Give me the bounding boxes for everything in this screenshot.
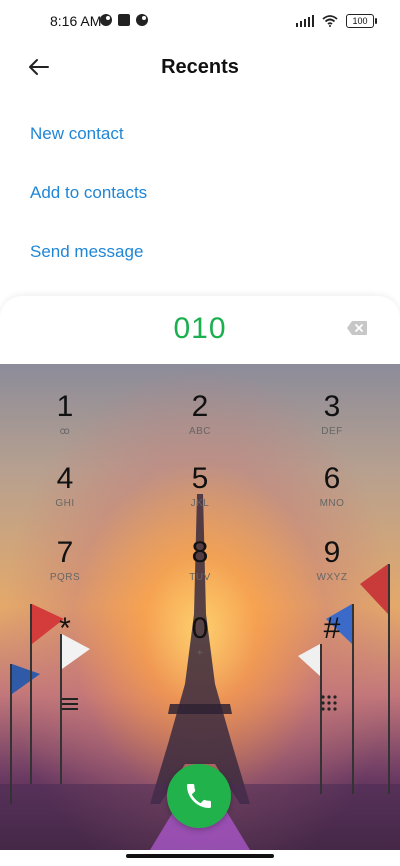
- call-button[interactable]: [167, 764, 231, 828]
- key-hash[interactable]: #: [272, 612, 392, 648]
- keypad: 1ꝏ 2 ABC 3 DEF 4 GHI 5 JKL 6 MNO 7 PQRS 8 TUV 9…: [0, 364, 400, 850]
- battery-icon: 100: [346, 14, 377, 28]
- key-1[interactable]: 1ꝏ: [5, 390, 125, 437]
- app-header: Recents: [0, 48, 400, 88]
- phone-icon: [187, 784, 211, 808]
- home-indicator[interactable]: [126, 854, 274, 858]
- key-4[interactable]: 4 GHI: [5, 462, 125, 509]
- key-6[interactable]: 6 MNO: [272, 462, 392, 509]
- notification-square-icon: [118, 14, 130, 26]
- dialed-number: 010: [173, 312, 227, 345]
- menu-icon[interactable]: [60, 696, 80, 712]
- system-nav-bar: [0, 850, 400, 866]
- send-message-link[interactable]: Send message: [30, 242, 143, 262]
- notification-icon-2: [136, 14, 148, 26]
- key-9[interactable]: 9 WXYZ: [272, 536, 392, 583]
- key-8[interactable]: 8 TUV: [140, 536, 260, 583]
- status-bar: 8:16 AM 100: [0, 0, 400, 44]
- grid-icon[interactable]: [320, 694, 338, 712]
- status-right-icons: 100: [296, 14, 377, 28]
- status-time: 8:16 AM: [50, 13, 102, 29]
- add-to-contacts-link[interactable]: Add to contacts: [30, 183, 147, 203]
- notification-icon: [100, 14, 112, 26]
- key-2[interactable]: 2 ABC: [140, 390, 260, 437]
- wifi-icon: [322, 15, 338, 27]
- key-5[interactable]: 5 JKL: [140, 462, 260, 509]
- new-contact-link[interactable]: New contact: [30, 124, 124, 144]
- key-3[interactable]: 3 DEF: [272, 390, 392, 437]
- page-title: Recents: [161, 56, 239, 78]
- key-0[interactable]: 0 +: [140, 612, 260, 659]
- key-7[interactable]: 7 PQRS: [5, 536, 125, 583]
- backspace-icon[interactable]: [346, 320, 368, 336]
- voicemail-icon: ꝏ: [59, 426, 71, 437]
- dial-number-panel: 010: [0, 296, 400, 364]
- status-notification-icons: [100, 14, 148, 26]
- signal-icon: [296, 15, 314, 27]
- key-star[interactable]: *: [5, 612, 125, 648]
